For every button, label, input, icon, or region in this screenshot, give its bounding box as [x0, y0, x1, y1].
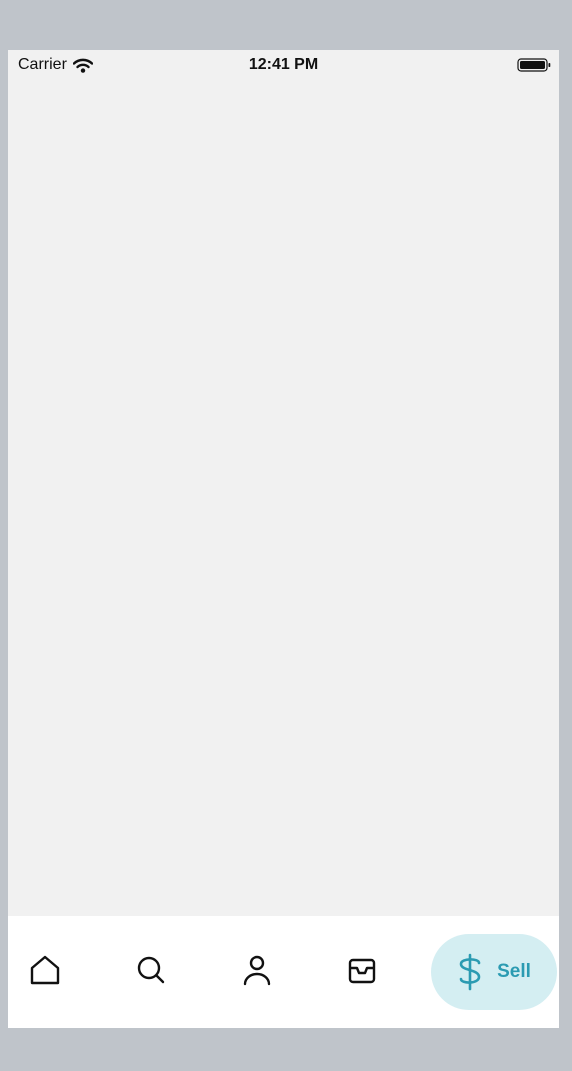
- tab-inbox[interactable]: [342, 950, 382, 990]
- app-screen: Carrier 12:41 PM Sell: [8, 50, 559, 1028]
- tab-search[interactable]: [131, 950, 171, 990]
- home-icon: [30, 955, 60, 985]
- battery-icon: [517, 58, 551, 72]
- bottom-tab-bar: Sell: [8, 916, 559, 1028]
- sell-label: Sell: [497, 961, 531, 982]
- status-bar: Carrier 12:41 PM: [8, 50, 559, 80]
- search-icon: [137, 956, 165, 984]
- person-icon: [243, 955, 271, 986]
- dollar-icon: [459, 953, 481, 991]
- inbox-icon: [348, 958, 376, 984]
- tab-home[interactable]: [25, 950, 65, 990]
- status-time: 12:41 PM: [248, 56, 319, 73]
- sell-button[interactable]: Sell: [431, 934, 557, 1010]
- tab-profile[interactable]: [237, 950, 277, 990]
